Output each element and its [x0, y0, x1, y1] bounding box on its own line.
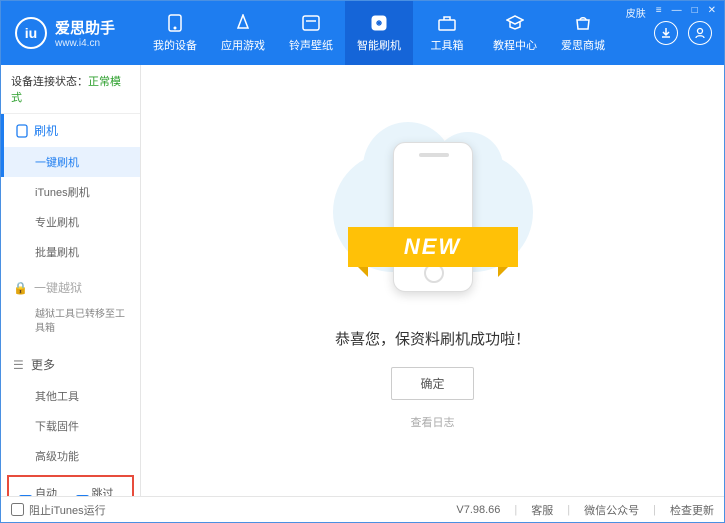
nav-toolbox[interactable]: 工具箱 — [413, 1, 481, 65]
update-link[interactable]: 检查更新 — [670, 502, 714, 518]
nav-smart-flash[interactable]: 智能刷机 — [345, 1, 413, 65]
checkbox-input[interactable] — [11, 503, 24, 516]
settings-button[interactable]: ≡ — [656, 5, 662, 20]
sidebar-item-batch-flash[interactable]: 批量刷机 — [1, 237, 140, 267]
footer-right: V7.98.66 | 客服 | 微信公众号 | 检查更新 — [456, 502, 714, 518]
checkbox-label: 跳过向导 — [92, 485, 123, 496]
top-nav: 我的设备 应用游戏 铃声壁纸 智能刷机 工具箱 教程中心 — [141, 1, 654, 65]
sidebar-item-other-tools[interactable]: 其他工具 — [1, 381, 140, 411]
sidebar-item-onekey-flash[interactable]: 一键刷机 — [1, 147, 140, 177]
lock-icon: 🔒 — [13, 281, 28, 295]
sidebar-section-more[interactable]: ☰ 更多 — [1, 348, 140, 381]
checkbox-highlight: 自动激活 跳过向导 — [7, 475, 134, 496]
new-ribbon: NEW — [348, 227, 518, 267]
sidebar-item-download-firmware[interactable]: 下载固件 — [1, 411, 140, 441]
block-itunes-checkbox[interactable]: 阻止iTunes运行 — [11, 502, 106, 518]
version-label: V7.98.66 — [456, 504, 500, 516]
sidebar-item-pro-flash[interactable]: 专业刷机 — [1, 207, 140, 237]
ok-button[interactable]: 确定 — [391, 367, 473, 400]
status-label: 设备连接状态： — [11, 76, 88, 88]
nav-label: 智能刷机 — [357, 37, 401, 53]
logo: iu 爱思助手 www.i4.cn — [1, 1, 141, 65]
sidebar-section-flash[interactable]: 刷机 — [1, 114, 140, 147]
jailbreak-note: 越狱工具已转移至工具箱 — [1, 304, 140, 344]
nav-label: 铃声壁纸 — [289, 37, 333, 53]
view-log-link[interactable]: 查看日志 — [411, 414, 455, 430]
phone-icon — [165, 13, 185, 33]
sidebar-item-advanced[interactable]: 高级功能 — [1, 441, 140, 471]
nav-label: 爱思商城 — [561, 37, 605, 53]
nav-tutorials[interactable]: 教程中心 — [481, 1, 549, 65]
list-icon: ☰ — [13, 358, 25, 372]
wechat-link[interactable]: 微信公众号 — [584, 502, 639, 518]
nav-label: 教程中心 — [493, 37, 537, 53]
section-label: 刷机 — [34, 122, 58, 139]
sidebar: 设备连接状态：正常模式 刷机 一键刷机 iTunes刷机 专业刷机 批量刷机 🔒… — [1, 65, 141, 496]
minimize-button[interactable]: — — [672, 5, 682, 20]
app-title: 爱思助手 — [55, 17, 115, 38]
checkbox-label: 阻止iTunes运行 — [29, 502, 106, 518]
nav-ringtone-wallpaper[interactable]: 铃声壁纸 — [277, 1, 345, 65]
app-window: 皮肤 ≡ — □ ✕ iu 爱思助手 www.i4.cn 我的设备 应用游戏 — [0, 0, 725, 523]
section-label: 更多 — [31, 356, 55, 373]
logo-icon: iu — [15, 17, 47, 49]
tutorial-icon — [505, 13, 525, 33]
header: 皮肤 ≡ — □ ✕ iu 爱思助手 www.i4.cn 我的设备 应用游戏 — [1, 1, 724, 65]
nav-my-device[interactable]: 我的设备 — [141, 1, 209, 65]
toolbox-icon — [437, 13, 457, 33]
sidebar-section-jailbreak: 🔒 一键越狱 — [1, 271, 140, 304]
store-icon — [573, 13, 593, 33]
nav-label: 我的设备 — [153, 37, 197, 53]
footer: 阻止iTunes运行 V7.98.66 | 客服 | 微信公众号 | 检查更新 — [1, 496, 724, 522]
nav-label: 工具箱 — [431, 37, 464, 53]
nav-label: 应用游戏 — [221, 37, 265, 53]
main-content: NEW 恭喜您，保资料刷机成功啦！ 确定 查看日志 — [141, 65, 724, 496]
success-message: 恭喜您，保资料刷机成功啦！ — [335, 328, 530, 349]
connection-status: 设备连接状态：正常模式 — [1, 65, 140, 114]
window-controls: 皮肤 ≡ — □ ✕ — [626, 5, 716, 20]
apps-icon — [233, 13, 253, 33]
skin-button[interactable]: 皮肤 — [626, 5, 646, 20]
close-button[interactable]: ✕ — [708, 5, 716, 20]
body: 设备连接状态：正常模式 刷机 一键刷机 iTunes刷机 专业刷机 批量刷机 🔒… — [1, 65, 724, 496]
wallpaper-icon — [301, 13, 321, 33]
user-icon[interactable] — [688, 21, 712, 45]
phone-icon — [16, 124, 28, 138]
maximize-button[interactable]: □ — [692, 5, 698, 20]
success-illustration: NEW — [333, 132, 533, 312]
checkbox-label: 自动激活 — [35, 485, 66, 496]
download-icon[interactable] — [654, 21, 678, 45]
flash-icon — [369, 13, 389, 33]
nav-apps-games[interactable]: 应用游戏 — [209, 1, 277, 65]
checkbox-skip-guide[interactable]: 跳过向导 — [76, 485, 123, 496]
service-link[interactable]: 客服 — [531, 502, 553, 518]
checkbox-auto-activate[interactable]: 自动激活 — [19, 485, 66, 496]
app-url: www.i4.cn — [55, 38, 115, 49]
section-label: 一键越狱 — [34, 279, 82, 296]
sidebar-item-itunes-flash[interactable]: iTunes刷机 — [1, 177, 140, 207]
nav-store[interactable]: 爱思商城 — [549, 1, 617, 65]
